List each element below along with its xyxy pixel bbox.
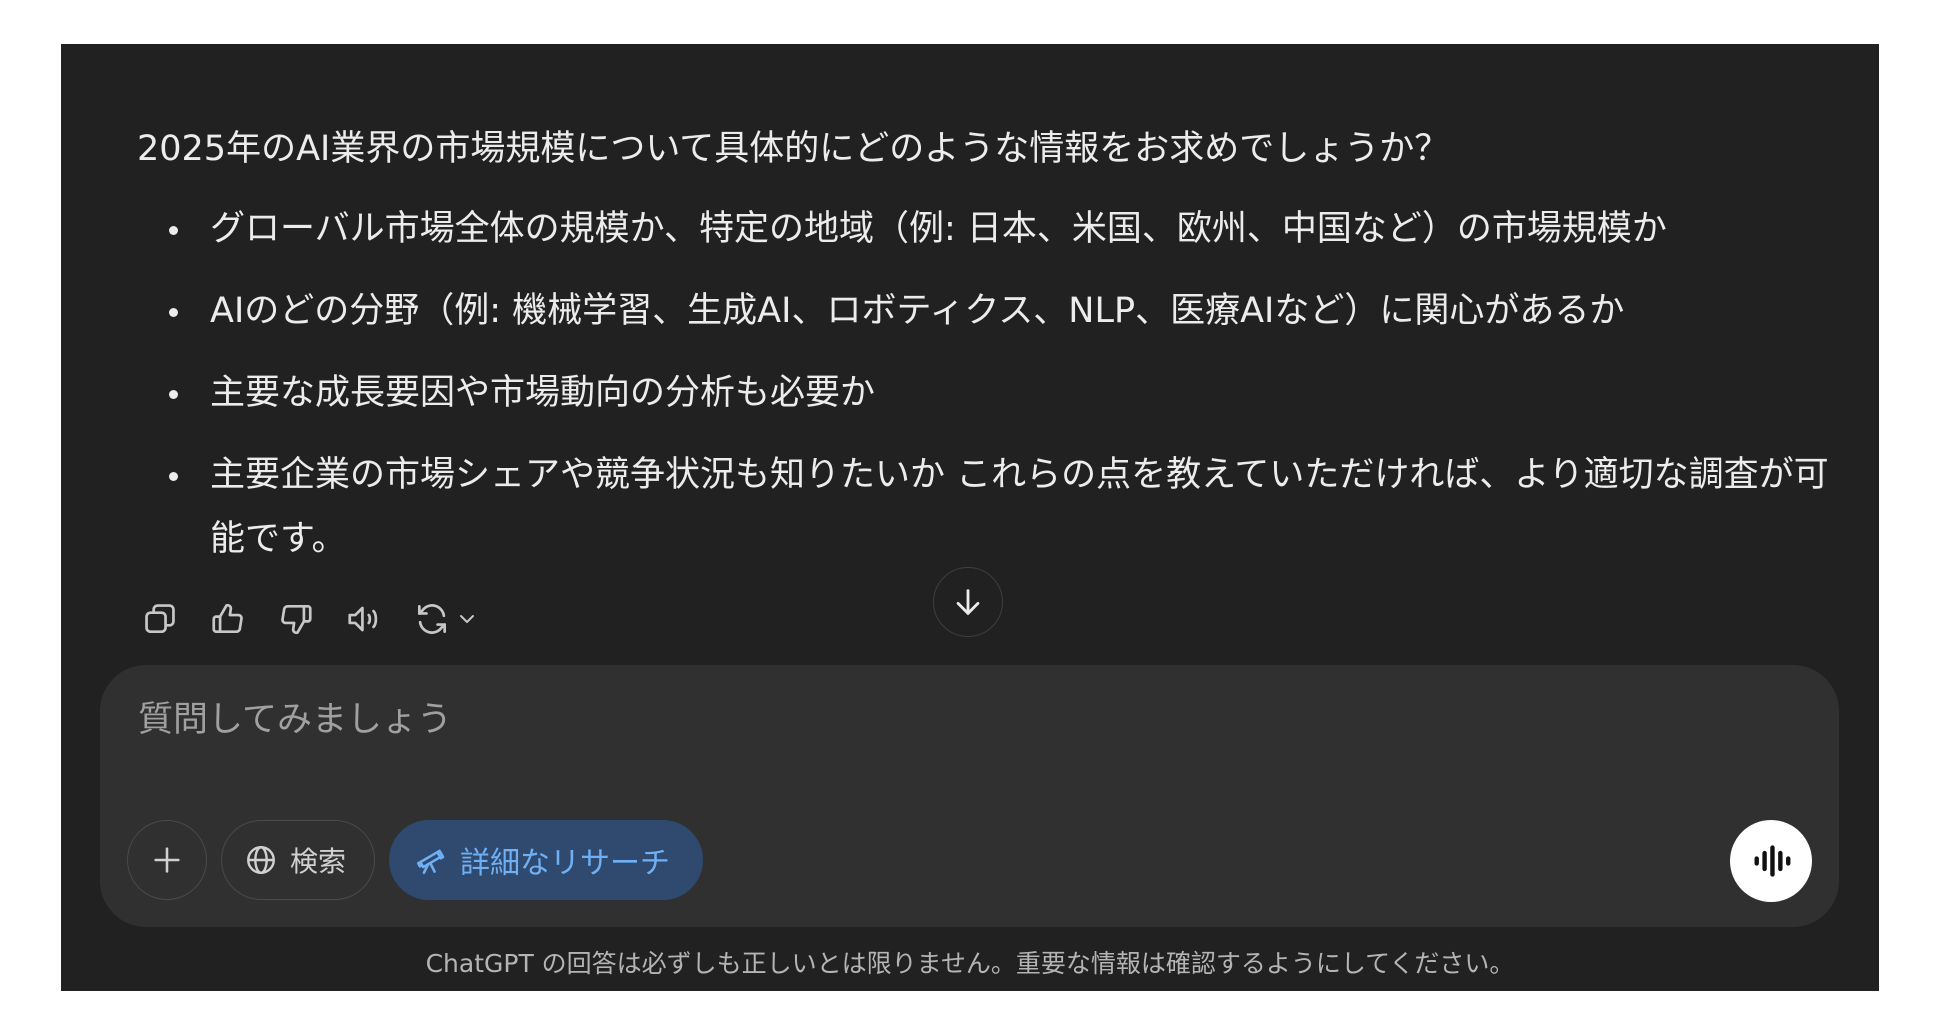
chat-window: 2025年のAI業界の市場規模について具体的にどのような情報をお求めでしょうか？… [61, 44, 1879, 991]
voice-waveform-icon [1754, 845, 1791, 877]
deep-research-button-label: 詳細なリサーチ [460, 846, 671, 881]
copy-icon [145, 604, 175, 634]
telescope-icon [416, 849, 445, 875]
thumbs-up-button[interactable] [207, 598, 249, 640]
thumbs-down-icon [281, 604, 312, 635]
list-item: 主要な成長要因や市場動向の分析も必要か [169, 361, 1837, 425]
attach-button[interactable] [127, 820, 207, 900]
arrow-down-icon [956, 589, 980, 615]
composer-tools: 検索 詳細なリサーチ [127, 820, 704, 900]
regenerate-button[interactable] [411, 598, 479, 640]
copy-button[interactable] [139, 598, 181, 640]
deep-research-button[interactable]: 詳細なリサーチ [389, 820, 704, 900]
message-intro: 2025年のAI業界の市場規模について具体的にどのような情報をお求めでしょうか？ [137, 129, 1450, 169]
scroll-to-bottom-button[interactable] [933, 567, 1003, 637]
composer: 質問してみましょう 検索 詳細なリサーチ [100, 665, 1839, 927]
globe-icon [247, 846, 275, 874]
search-button-label: 検索 [290, 845, 347, 878]
plus-icon [154, 847, 180, 873]
thumbs-down-button[interactable] [275, 598, 317, 640]
read-aloud-button[interactable] [343, 598, 385, 640]
list-item: グローバル市場全体の規模か、特定の地域（例: 日本、米国、欧州、中国など）の市場… [169, 197, 1837, 261]
thumbs-up-icon [212, 603, 243, 634]
disclaimer-text: ChatGPT の回答は必ずしも正しいとは限りません。重要な情報は確認するように… [425, 949, 1515, 978]
regenerate-icon [417, 604, 447, 634]
message-bullet-list: グローバル市場全体の規模か、特定の地域（例: 日本、米国、欧州、中国など）の市場… [137, 197, 1837, 571]
chevron-down-icon [455, 607, 479, 631]
list-item: 主要企業の市場シェアや競争状況も知りたいか これらの点を教えていただければ、より… [169, 443, 1837, 571]
regenerate-icon-wrap [411, 598, 453, 640]
voice-mode-button[interactable] [1730, 820, 1812, 902]
search-button[interactable]: 検索 [221, 820, 376, 900]
list-item: AIのどの分野（例: 機械学習、生成AI、ロボティクス、NLP、医療AIなど）に… [169, 279, 1837, 343]
message-actions [139, 597, 479, 641]
assistant-message: 2025年のAI業界の市場規模について具体的にどのような情報をお求めでしょうか？… [137, 117, 1837, 589]
prompt-input[interactable]: 質問してみましょう [138, 695, 452, 745]
speaker-icon [348, 606, 378, 632]
